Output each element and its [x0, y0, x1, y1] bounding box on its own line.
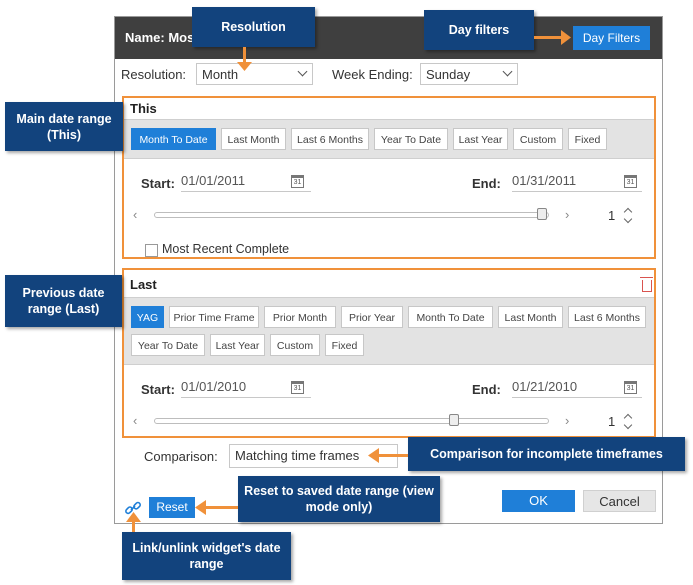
preset-last-month[interactable]: Last Month — [221, 128, 286, 150]
callout-comparison: Comparison for incomplete timeframes — [408, 437, 685, 471]
calendar-icon[interactable]: 31 — [291, 175, 304, 188]
this-range-slider-thumb[interactable] — [537, 208, 547, 220]
arrow-reset — [205, 506, 238, 509]
preset-month-to-date[interactable]: Month To Date — [131, 128, 216, 150]
arrow-day-filters — [534, 36, 564, 39]
last-end-date-value: 01/21/2010 — [512, 379, 578, 394]
chevron-down-icon — [502, 66, 513, 77]
preset-prior-year[interactable]: Prior Year — [341, 306, 403, 328]
calendar-icon[interactable]: 31 — [624, 175, 637, 188]
chevron-left-icon[interactable]: ‹ — [133, 207, 137, 222]
reset-button[interactable]: Reset — [149, 497, 195, 518]
this-preset-bar: Month To Date Last Month Last 6 Months Y… — [124, 119, 654, 159]
preset-last-year[interactable]: Last Year — [453, 128, 508, 150]
callout-link: Link/unlink widget's date range — [122, 532, 291, 580]
arrow-head-up-icon — [126, 512, 141, 522]
this-spinner-value[interactable]: 1 — [608, 208, 615, 223]
last-date-range-section: Last YAG Prior Time Frame Prior Month Pr… — [122, 268, 656, 438]
callout-resolution: Resolution — [192, 7, 315, 47]
most-recent-complete-label: Most Recent Complete — [162, 242, 290, 256]
this-date-range-section: This Month To Date Last Month Last 6 Mon… — [122, 96, 656, 259]
preset-month-to-date[interactable]: Month To Date — [408, 306, 493, 328]
resolution-value: Month — [202, 67, 239, 82]
week-ending-select[interactable]: Sunday — [420, 63, 518, 85]
preset-yag[interactable]: YAG — [131, 306, 164, 328]
this-end-label: End: — [472, 176, 501, 191]
day-filters-button[interactable]: Day Filters — [573, 26, 650, 50]
last-start-date-value: 01/01/2010 — [181, 379, 247, 394]
this-start-label: Start: — [141, 176, 175, 191]
callout-previous-date-range: Previous date range (Last) — [5, 275, 122, 327]
spinner-up-down-icon[interactable] — [623, 412, 633, 430]
ok-button[interactable]: OK — [502, 490, 575, 512]
this-range-slider-track[interactable] — [154, 212, 549, 218]
preset-year-to-date[interactable]: Year To Date — [131, 334, 205, 356]
preset-last-year[interactable]: Last Year — [210, 334, 265, 356]
arrow-head-left-icon — [195, 500, 206, 515]
resolution-label: Resolution: — [121, 67, 187, 82]
preset-custom[interactable]: Custom — [513, 128, 563, 150]
comparison-label: Comparison: — [144, 449, 218, 464]
preset-year-to-date[interactable]: Year To Date — [374, 128, 448, 150]
preset-last-6-months[interactable]: Last 6 Months — [568, 306, 646, 328]
last-start-label: Start: — [141, 382, 175, 397]
callout-main-date-range: Main date range (This) — [5, 102, 123, 151]
chevron-right-icon[interactable]: › — [565, 413, 569, 428]
week-ending-value: Sunday — [426, 67, 471, 82]
trash-icon[interactable] — [640, 277, 653, 292]
this-end-date-input[interactable]: 01/31/2011 — [512, 171, 642, 192]
spinner-up-down-icon[interactable] — [623, 206, 633, 224]
last-spinner-value[interactable]: 1 — [608, 414, 615, 429]
preset-last-month[interactable]: Last Month — [498, 306, 563, 328]
week-ending-label: Week Ending: — [332, 67, 413, 82]
last-end-label: End: — [472, 382, 501, 397]
preset-prior-month[interactable]: Prior Month — [264, 306, 336, 328]
calendar-icon[interactable]: 31 — [291, 381, 304, 394]
arrow-head-down-icon — [237, 62, 252, 71]
arrow-comparison — [378, 454, 408, 457]
arrow-head-left-icon — [368, 448, 379, 463]
last-section-title: Last — [130, 277, 157, 292]
chevron-right-icon[interactable]: › — [565, 207, 569, 222]
last-preset-bar: YAG Prior Time Frame Prior Month Prior Y… — [124, 297, 654, 365]
comparison-value: Matching time frames — [235, 448, 360, 463]
dialog-name-label: Name: Mos — [125, 30, 195, 45]
last-range-slider-track[interactable] — [154, 418, 549, 424]
last-end-date-input[interactable]: 01/21/2010 — [512, 377, 642, 398]
calendar-icon[interactable]: 31 — [624, 381, 637, 394]
preset-custom[interactable]: Custom — [270, 334, 320, 356]
chevron-left-icon[interactable]: ‹ — [133, 413, 137, 428]
preset-fixed[interactable]: Fixed — [325, 334, 364, 356]
last-range-slider-thumb[interactable] — [448, 414, 459, 426]
this-end-date-value: 01/31/2011 — [512, 173, 577, 188]
this-start-date-value: 01/01/2011 — [181, 173, 246, 188]
resolution-select[interactable]: Month — [196, 63, 313, 85]
this-section-title: This — [130, 101, 157, 116]
callout-reset: Reset to saved date range (view mode onl… — [238, 476, 440, 522]
cancel-button[interactable]: Cancel — [583, 490, 656, 512]
callout-day-filters: Day filters — [424, 10, 534, 50]
preset-fixed[interactable]: Fixed — [568, 128, 607, 150]
most-recent-complete-checkbox[interactable] — [145, 244, 158, 257]
preset-last-6-months[interactable]: Last 6 Months — [291, 128, 369, 150]
arrow-head-right-icon — [561, 30, 571, 45]
chevron-down-icon — [297, 66, 308, 77]
preset-prior-time-frame[interactable]: Prior Time Frame — [169, 306, 259, 328]
